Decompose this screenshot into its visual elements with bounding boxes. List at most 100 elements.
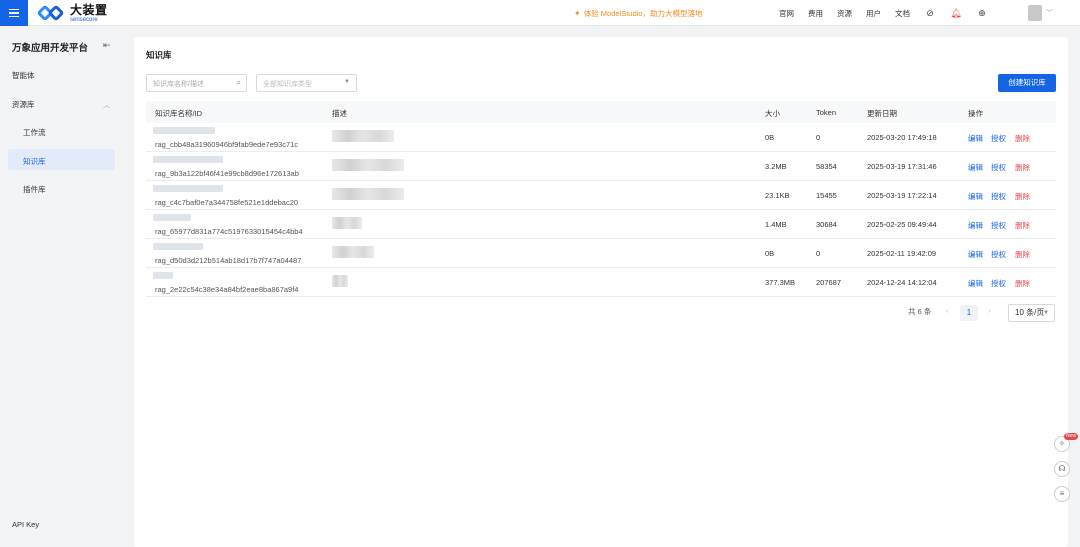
edit-link[interactable]: 编辑	[968, 249, 983, 260]
table-header: 知识库名称/ID 描述 大小 Token 更新日期 操作	[146, 101, 1056, 123]
sidebar-item-api-key[interactable]: API Key	[12, 520, 39, 529]
authorize-link[interactable]: 授权	[991, 278, 1006, 289]
kb-size: 3.2MB	[765, 162, 787, 171]
col-token: Token	[816, 108, 837, 117]
compass-icon[interactable]: ⊘	[924, 8, 936, 19]
search-input[interactable]: 知识库名称/描述 ⌕	[146, 74, 247, 92]
search-icon[interactable]: ⌕	[237, 78, 241, 88]
nav-resources[interactable]: 资源	[837, 8, 852, 19]
collapse-sidebar-icon[interactable]: ⇤	[103, 40, 111, 51]
col-desc: 描述	[332, 109, 347, 118]
kb-id[interactable]: rag_2e22c54c38e34a84bf2eae8ba867a9f4	[155, 285, 298, 294]
redacted-description	[332, 275, 348, 287]
new-badge: New	[1064, 433, 1079, 440]
page-size-select[interactable]: 10 条/页 ▼	[1008, 304, 1055, 322]
delete-link[interactable]: 删除	[1015, 278, 1030, 289]
kb-token: 58354	[816, 162, 837, 171]
col-date: 更新日期	[867, 109, 897, 118]
logo-mark-icon	[36, 4, 66, 22]
top-nav: 官网 费用 资源 用户 文档 ⊘ 🔔︎ ⊕	[779, 8, 1002, 19]
pagination-page-1[interactable]: 1	[960, 305, 978, 321]
create-knowledge-base-button[interactable]: 创建知识库	[998, 74, 1056, 92]
delete-link[interactable]: 删除	[1015, 249, 1030, 260]
table-row: rag_2e22c54c38e34a84bf2eae8ba867a9f4 377…	[146, 268, 1056, 297]
sidebar: 万象应用开发平台 ⇤ 智能体 资源库 ︿ 工作流 知识库 插件库 API Key	[0, 26, 122, 547]
kb-date: 2024-12-24 14:12:04	[867, 278, 937, 287]
kb-id[interactable]: rag_cbb48a31960946bf9fab9ede7e93c71c	[155, 140, 298, 149]
edit-link[interactable]: 编辑	[968, 133, 983, 144]
kb-date: 2025-02-25 09:49:44	[867, 220, 937, 229]
feedback-icon[interactable]: ≡	[1054, 486, 1070, 502]
chevron-down-icon[interactable]: ﹀	[1046, 8, 1053, 18]
redacted-description	[332, 217, 362, 229]
sidebar-item-knowledge[interactable]: 知识库	[8, 149, 115, 170]
kb-date: 2025-02-11 19:42:09	[867, 249, 937, 258]
authorize-link[interactable]: 授权	[991, 133, 1006, 144]
redacted-name	[153, 185, 223, 192]
delete-link[interactable]: 删除	[1015, 191, 1030, 202]
redacted-name	[153, 272, 173, 279]
logo[interactable]: 大装置 sensecore	[36, 3, 108, 23]
redacted-description	[332, 159, 404, 171]
redacted-description	[332, 130, 394, 142]
platform-title: 万象应用开发平台	[12, 43, 89, 54]
col-size: 大小	[765, 109, 780, 118]
authorize-link[interactable]: 授权	[991, 249, 1006, 260]
redacted-name	[153, 127, 215, 134]
promo-text: 体验 ModelStudio，助力大模型落地	[583, 9, 703, 18]
kb-size: 0B	[765, 133, 775, 142]
chevron-down-icon: ▼	[1043, 310, 1049, 316]
nav-users[interactable]: 用户	[866, 8, 881, 19]
kb-type-placeholder: 全部知识库类型	[263, 81, 312, 88]
chevron-left-icon[interactable]: ‹	[946, 306, 949, 315]
globe-icon[interactable]: ⊕	[976, 8, 988, 19]
sidebar-item-plugins[interactable]: 插件库	[23, 184, 46, 195]
sidebar-item-workflow[interactable]: 工作流	[23, 127, 46, 138]
kb-id[interactable]: rag_c4c7baf0e7a344758fe521e1ddebac20	[155, 198, 298, 207]
pagination-total: 共 6 条	[908, 307, 932, 316]
edit-link[interactable]: 编辑	[968, 278, 983, 289]
authorize-link[interactable]: 授权	[991, 162, 1006, 173]
bell-icon[interactable]: 🔔︎	[950, 8, 962, 19]
table-row: rag_cbb48a31960946bf9fab9ede7e93c71c 0B …	[146, 123, 1056, 152]
promo-banner[interactable]: ✦ 体验 ModelStudio，助力大模型落地	[574, 8, 702, 19]
hamburger-icon	[9, 9, 19, 17]
authorize-link[interactable]: 授权	[991, 191, 1006, 202]
kb-token: 0	[816, 249, 821, 258]
kb-type-select[interactable]: 全部知识库类型 ▼	[256, 74, 357, 92]
delete-link[interactable]: 删除	[1015, 220, 1030, 231]
menu-button[interactable]	[0, 0, 28, 26]
delete-link[interactable]: 删除	[1015, 133, 1030, 144]
logo-subtitle: sensecore	[70, 16, 98, 23]
sidebar-item-agent[interactable]: 智能体	[12, 70, 35, 81]
delete-link[interactable]: 删除	[1015, 162, 1030, 173]
chevron-down-icon: ▼	[344, 79, 350, 85]
page-title: 知识库	[146, 50, 172, 60]
kb-date: 2025-03-20 17:49:18	[867, 133, 937, 142]
nav-docs[interactable]: 文档	[895, 8, 910, 19]
kb-size: 1.4MB	[765, 220, 787, 229]
main-panel: 知识库 知识库名称/描述 ⌕ 全部知识库类型 ▼ 创建知识库 知识库名称/ID …	[134, 37, 1068, 547]
chevron-right-icon[interactable]: ›	[988, 306, 991, 315]
kb-id[interactable]: rag_d50d3d212b514ab18d17b7f747a04487	[155, 256, 301, 265]
edit-link[interactable]: 编辑	[968, 162, 983, 173]
spark-icon: ✦	[574, 9, 581, 18]
kb-id[interactable]: rag_65977d831a774c5197633015454c4bb4	[155, 227, 303, 236]
assistant-icon[interactable]: ✧ New	[1054, 433, 1079, 452]
authorize-link[interactable]: 授权	[991, 220, 1006, 231]
search-placeholder: 知识库名称/描述	[153, 81, 204, 88]
sidebar-item-resources[interactable]: 资源库	[12, 99, 35, 110]
kb-id[interactable]: rag_9b3a122bf46f41e99cb8d96e172613ab	[155, 169, 299, 178]
nav-official-site[interactable]: 官网	[779, 8, 794, 19]
page-size-value: 10 条/页	[1015, 308, 1045, 317]
edit-link[interactable]: 编辑	[968, 220, 983, 231]
chevron-up-icon[interactable]: ︿	[103, 100, 110, 110]
table-row: rag_d50d3d212b514ab18d17b7f747a04487 0B …	[146, 239, 1056, 268]
redacted-description	[332, 246, 374, 258]
redacted-description	[332, 188, 404, 200]
nav-billing[interactable]: 费用	[808, 8, 823, 19]
kb-token: 30684	[816, 220, 837, 229]
headset-icon[interactable]: ☊	[1054, 461, 1070, 477]
edit-link[interactable]: 编辑	[968, 191, 983, 202]
avatar[interactable]	[1028, 5, 1042, 21]
